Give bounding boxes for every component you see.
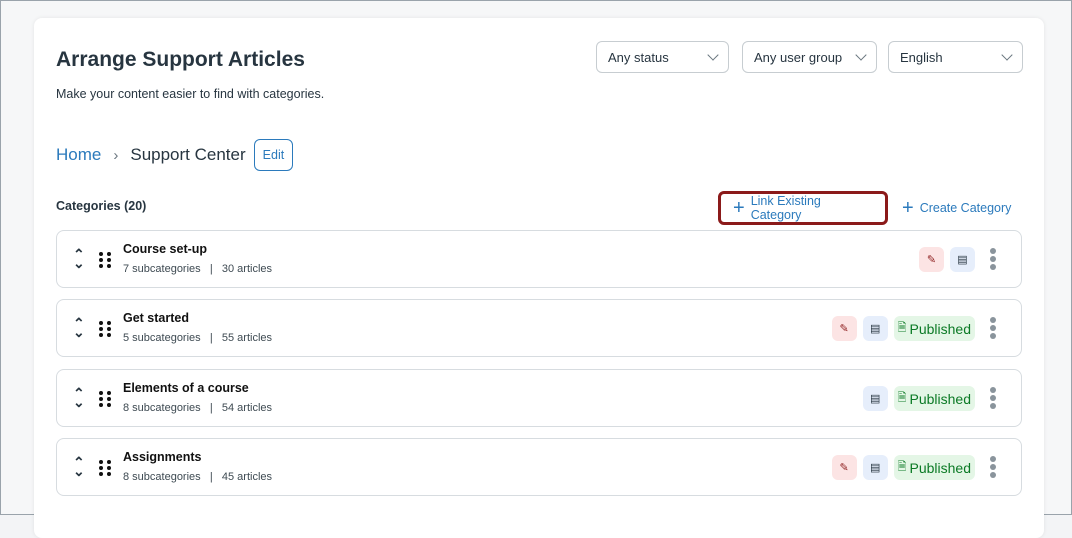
- status-filter-value: Any status: [608, 49, 669, 65]
- category-meta: 5 subcategories | 55 articles: [123, 332, 272, 344]
- status-filter[interactable]: Any status: [596, 41, 729, 73]
- more-options-icon[interactable]: [990, 456, 996, 480]
- drag-handle-icon[interactable]: [99, 321, 111, 337]
- chevron-right-icon: ›: [113, 146, 119, 164]
- breadcrumb-home-link[interactable]: Home: [56, 145, 101, 165]
- article-count: 55 articles: [221, 332, 273, 344]
- draft-edit-icon[interactable]: ✎: [831, 455, 857, 480]
- archive-icon[interactable]: ▤: [950, 247, 975, 272]
- language-filter[interactable]: English: [888, 41, 1023, 73]
- article-count: 30 articles: [221, 263, 273, 275]
- more-options-icon[interactable]: [990, 317, 996, 341]
- category-row[interactable]: ⌃ ⌄ Get started 5 subcategories | 55 arti…: [56, 299, 1022, 357]
- expand-collapse-icon[interactable]: ⌃ ⌄: [73, 247, 85, 270]
- article-count: 54 articles: [221, 402, 273, 414]
- published-badge: 🗎 Published: [893, 316, 975, 341]
- published-label: Published: [909, 320, 972, 337]
- create-category-label: Create Category: [919, 201, 1012, 215]
- more-options-icon[interactable]: [990, 387, 996, 411]
- drag-handle-icon[interactable]: [99, 252, 111, 268]
- published-label: Published: [909, 390, 972, 407]
- meta-divider: |: [209, 263, 213, 275]
- category-name[interactable]: Course set-up: [123, 242, 207, 256]
- category-meta: 7 subcategories | 30 articles: [123, 263, 272, 275]
- category-name[interactable]: Assignments: [123, 450, 202, 464]
- archive-icon[interactable]: ▤: [862, 455, 888, 480]
- published-label: Published: [909, 459, 972, 476]
- subcategory-count: 8 subcategories: [123, 471, 201, 483]
- expand-collapse-icon[interactable]: ⌃ ⌄: [73, 386, 85, 409]
- main-card: Arrange Support Articles Make your conte…: [34, 18, 1044, 538]
- user-group-filter-value: Any user group: [754, 49, 843, 65]
- drag-handle-icon[interactable]: [99, 391, 111, 407]
- draft-edit-icon[interactable]: ✎: [919, 247, 944, 272]
- category-meta: 8 subcategories | 54 articles: [123, 402, 272, 414]
- category-meta: 8 subcategories | 45 articles: [123, 471, 272, 483]
- edit-button[interactable]: Edit: [253, 139, 294, 171]
- category-name[interactable]: Elements of a course: [123, 381, 249, 395]
- meta-divider: |: [209, 471, 213, 483]
- user-group-filter[interactable]: Any user group: [742, 41, 877, 73]
- meta-divider: |: [209, 402, 213, 414]
- meta-divider: |: [209, 332, 213, 344]
- chevron-down-icon: [855, 48, 867, 61]
- expand-collapse-icon[interactable]: ⌃ ⌄: [73, 316, 85, 339]
- subcategory-count: 5 subcategories: [123, 332, 201, 344]
- published-badge: 🗎 Published: [893, 386, 975, 411]
- categories-heading: Categories (20): [56, 199, 147, 213]
- create-category-button[interactable]: + Create Category: [890, 191, 1023, 225]
- drag-handle-icon[interactable]: [99, 460, 111, 476]
- article-count: 45 articles: [221, 471, 273, 483]
- language-filter-value: English: [900, 49, 943, 65]
- subcategory-count: 7 subcategories: [123, 263, 201, 275]
- category-row[interactable]: ⌃ ⌄ Course set-up 7 subcategories | 30 ar…: [56, 230, 1022, 288]
- page-subtitle: Make your content easier to find with ca…: [56, 87, 325, 101]
- category-row[interactable]: ⌃ ⌄ Elements of a course 8 subcategories …: [56, 369, 1022, 427]
- draft-edit-icon[interactable]: ✎: [831, 316, 857, 341]
- subcategory-count: 8 subcategories: [123, 402, 201, 414]
- category-name[interactable]: Get started: [123, 311, 189, 325]
- published-doc-icon: 🗎: [897, 322, 907, 334]
- archive-icon[interactable]: ▤: [862, 316, 888, 341]
- plus-icon: +: [733, 196, 745, 219]
- published-doc-icon: 🗎: [897, 392, 907, 404]
- breadcrumb-current: Support Center: [130, 145, 246, 164]
- archive-icon[interactable]: ▤: [862, 386, 888, 411]
- expand-collapse-icon[interactable]: ⌃ ⌄: [73, 455, 85, 478]
- plus-icon: +: [902, 196, 914, 219]
- page-title: Arrange Support Articles: [56, 48, 305, 71]
- link-existing-category-label: Link Existing Category: [750, 194, 821, 222]
- chevron-down-icon: [1001, 48, 1013, 61]
- link-existing-category-button[interactable]: + Link Existing Category: [718, 191, 888, 225]
- more-options-icon[interactable]: [990, 248, 996, 272]
- published-badge: 🗎 Published: [893, 455, 975, 480]
- published-doc-icon: 🗎: [897, 461, 907, 473]
- breadcrumb: Home › Support Center Edit: [56, 139, 294, 171]
- chevron-down-icon: [707, 48, 719, 61]
- category-row[interactable]: ⌃ ⌄ Assignments 8 subcategories | 45 arti…: [56, 438, 1022, 496]
